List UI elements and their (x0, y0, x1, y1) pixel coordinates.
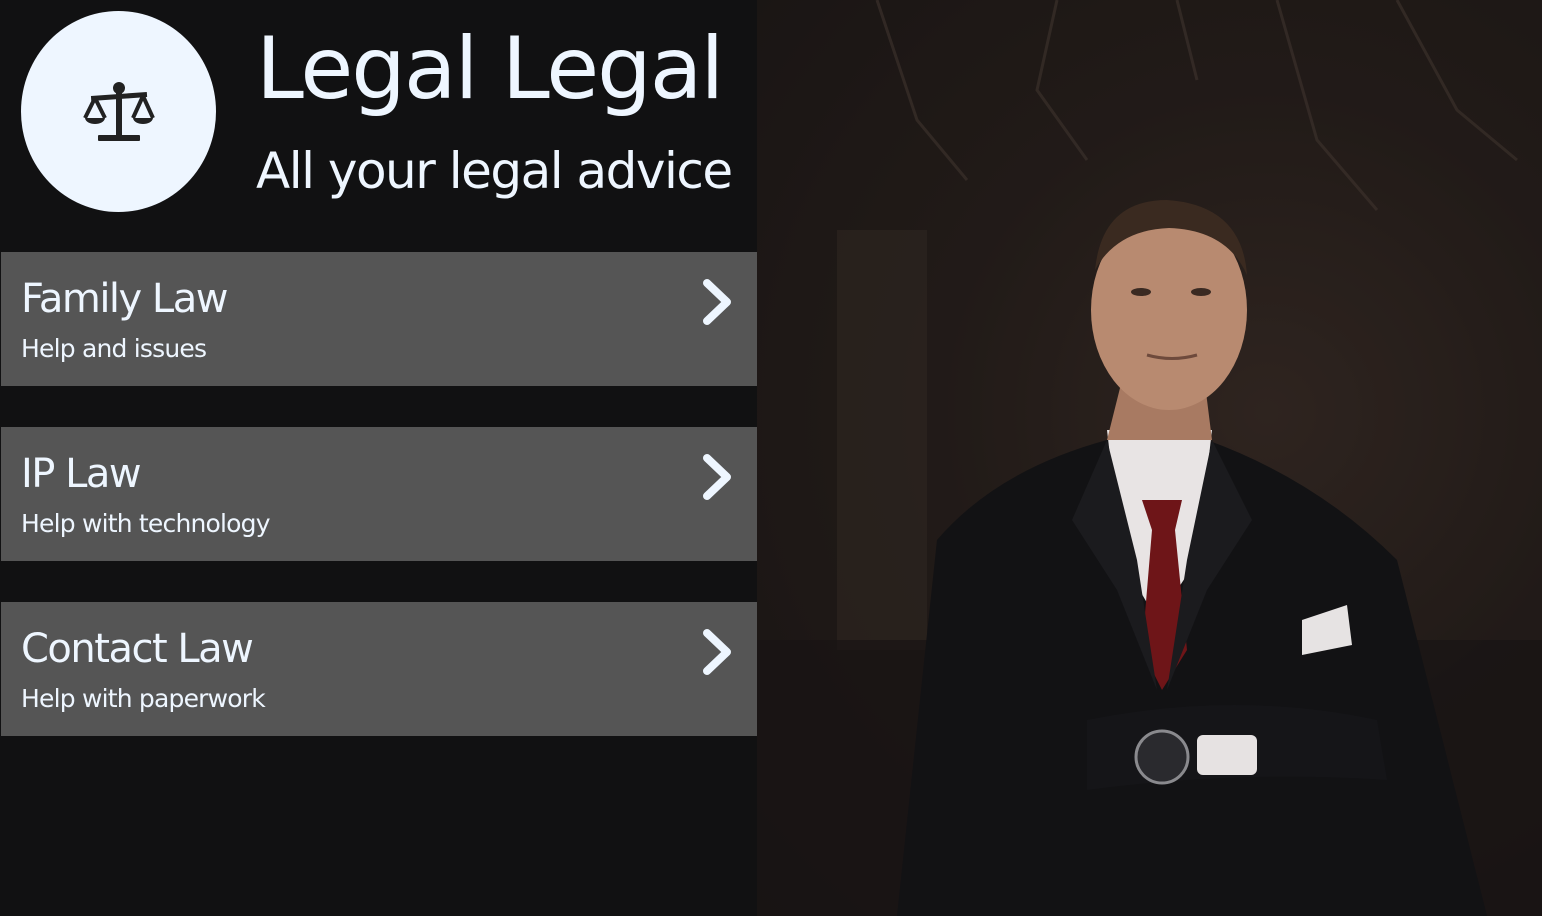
left-panel: Legal Legal All your legal advice Family… (0, 0, 757, 916)
chevron-right-icon (703, 629, 731, 675)
menu-item-contact-law[interactable]: Contact Law Help with paperwork (1, 602, 757, 736)
menu-item-ip-law[interactable]: IP Law Help with technology (1, 427, 757, 561)
header: Legal Legal All your legal advice (0, 0, 757, 250)
logo[interactable] (21, 11, 216, 212)
menu-item-family-law[interactable]: Family Law Help and issues (1, 252, 757, 386)
man-in-suit-photo (757, 0, 1542, 916)
menu-item-subtitle: Help and issues (21, 334, 207, 363)
site-title: Legal Legal (256, 19, 724, 119)
menu-item-subtitle: Help with paperwork (21, 684, 266, 713)
menu-item-label: Contact Law (21, 626, 254, 672)
chevron-right-icon (703, 279, 731, 325)
menu-item-subtitle: Help with technology (21, 509, 271, 538)
site-tagline: All your legal advice (256, 142, 733, 200)
menu-item-label: IP Law (21, 451, 142, 497)
page: Legal Legal All your legal advice Family… (0, 0, 1542, 916)
hero-photo (757, 0, 1542, 916)
chevron-right-icon (703, 454, 731, 500)
scales-of-justice-icon (82, 81, 155, 141)
menu-item-label: Family Law (21, 276, 228, 322)
